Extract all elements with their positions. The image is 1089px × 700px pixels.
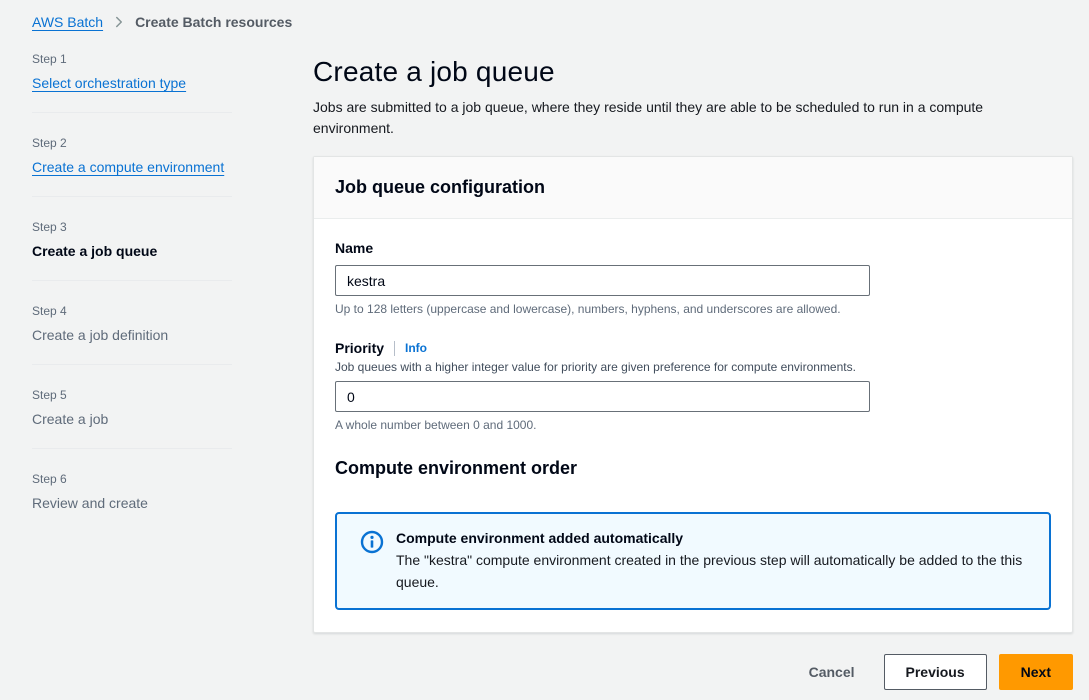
sidebar-step-2-link[interactable]: Create a compute environment [32, 159, 224, 175]
priority-info-link[interactable]: Info [405, 341, 427, 355]
name-constraint-text: Up to 128 letters (uppercase and lowerca… [335, 302, 1051, 316]
page-description: Jobs are submitted to a job queue, where… [313, 97, 1033, 139]
chevron-right-icon [113, 16, 125, 28]
next-button[interactable]: Next [999, 654, 1073, 690]
panel-body: Name Up to 128 letters (uppercase and lo… [314, 219, 1072, 632]
step-number: Step 6 [32, 472, 232, 486]
previous-button[interactable]: Previous [884, 654, 987, 690]
label-divider [394, 341, 395, 356]
step-number: Step 5 [32, 388, 232, 402]
sidebar-step-3-label: Create a job queue [32, 243, 232, 259]
cancel-button[interactable]: Cancel [809, 664, 855, 680]
name-input[interactable] [335, 265, 870, 296]
sidebar-step-5-label: Create a job [32, 411, 232, 427]
sidebar-step-6-label: Review and create [32, 495, 232, 511]
alert-body: The "kestra" compute environment created… [396, 549, 1033, 593]
main-content: Create a job queue Jobs are submitted to… [313, 30, 1073, 633]
sidebar-step-1-link[interactable]: Select orchestration type [32, 75, 186, 91]
sidebar-step-3-current: Step 3 Create a job queue [32, 220, 232, 281]
sidebar-step-2: Step 2 Create a compute environment [32, 136, 232, 197]
wizard-steps-sidebar: Step 1 Select orchestration type Step 2 … [32, 30, 232, 555]
breadcrumb-current: Create Batch resources [135, 14, 292, 30]
alert-content: Compute environment added automatically … [396, 527, 1033, 593]
priority-constraint-text: A whole number between 0 and 1000. [335, 418, 1051, 432]
panel-title: Job queue configuration [335, 177, 1051, 198]
page-title: Create a job queue [313, 56, 1073, 88]
info-icon [360, 530, 384, 554]
step-number: Step 3 [32, 220, 232, 234]
info-alert: Compute environment added automatically … [335, 512, 1051, 610]
priority-input[interactable] [335, 381, 870, 412]
step-number: Step 4 [32, 304, 232, 318]
sidebar-step-1: Step 1 Select orchestration type [32, 52, 232, 113]
step-number: Step 1 [32, 52, 232, 66]
panel-header: Job queue configuration [314, 157, 1072, 219]
sidebar-step-4-label: Create a job definition [32, 327, 232, 343]
breadcrumb-link-aws-batch[interactable]: AWS Batch [32, 14, 103, 30]
sidebar-step-6: Step 6 Review and create [32, 472, 232, 532]
breadcrumb: AWS Batch Create Batch resources [0, 0, 1089, 30]
priority-label: Priority [335, 340, 384, 356]
priority-description: Job queues with a higher integer value f… [335, 360, 1051, 374]
sidebar-step-4: Step 4 Create a job definition [32, 304, 232, 365]
compute-environment-order-title: Compute environment order [335, 458, 1051, 479]
alert-title: Compute environment added automatically [396, 527, 1033, 549]
step-number: Step 2 [32, 136, 232, 150]
name-label: Name [335, 240, 373, 256]
priority-field-group: Priority Info Job queues with a higher i… [335, 340, 1051, 432]
name-field-group: Name Up to 128 letters (uppercase and lo… [335, 240, 1051, 316]
sidebar-step-5: Step 5 Create a job [32, 388, 232, 449]
wizard-actions: Cancel Previous Next [313, 654, 1073, 690]
job-queue-configuration-panel: Job queue configuration Name Up to 128 l… [313, 156, 1073, 633]
